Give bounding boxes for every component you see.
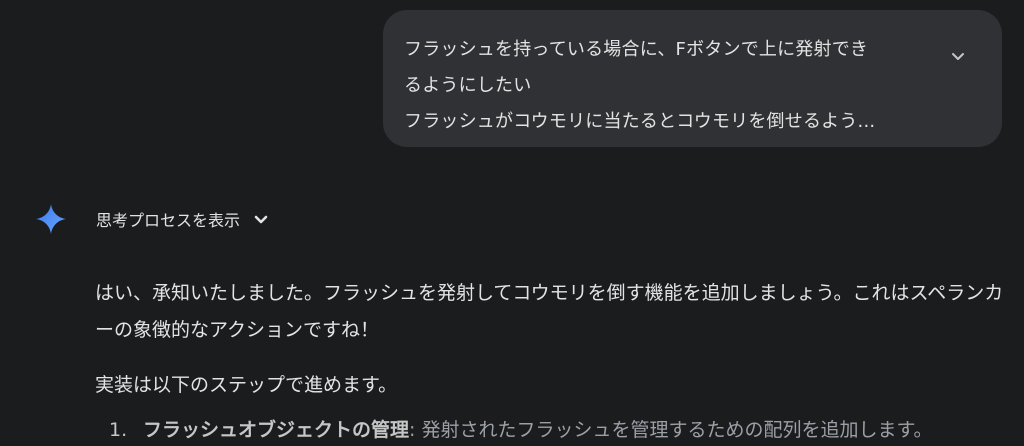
user-message-line: るようにしたい bbox=[404, 75, 532, 96]
chevron-down-icon bbox=[254, 215, 268, 224]
list-item-text: : 発射されたフラッシュを管理するための配列を追加します。 bbox=[409, 419, 933, 441]
gemini-spark-icon bbox=[36, 204, 66, 234]
expand-message-button[interactable] bbox=[946, 44, 970, 68]
list-item: 1. フラッシュオブジェクトの管理: 発射されたフラッシュを管理するための配列を追… bbox=[95, 414, 933, 446]
thinking-row: 思考プロセスを表示 bbox=[34, 200, 270, 238]
user-message-line: フラッシュを持っている場合に、Fボタンで上に発射でき bbox=[404, 39, 869, 60]
show-thinking-toggle[interactable]: 思考プロセスを表示 bbox=[96, 207, 270, 231]
response-paragraph: 実装は以下のステップで進めます。 bbox=[95, 374, 398, 396]
response-paragraph: はい、承知いたしました。フラッシュを発射してコウモリを倒す機能を追加しましょう。… bbox=[95, 282, 1004, 341]
chat-page: フラッシュを持っている場合に、Fボタンで上に発射でき るようにしたい フラッシュ… bbox=[0, 0, 1024, 446]
user-message-bubble: フラッシュを持っている場合に、Fボタンで上に発射でき るようにしたい フラッシュ… bbox=[383, 10, 1002, 147]
user-message-line: フラッシュがコウモリに当たるとコウモリを倒せるよう... bbox=[404, 111, 876, 132]
chevron-down-icon bbox=[952, 53, 964, 60]
list-item-title: フラッシュオブジェクトの管理 bbox=[143, 419, 410, 441]
assistant-response: はい、承知いたしました。フラッシュを発射してコウモリを倒す機能を追加しましょう。… bbox=[95, 275, 1010, 404]
show-thinking-label: 思考プロセスを表示 bbox=[96, 211, 241, 230]
list-item-number: 1. bbox=[109, 419, 128, 441]
